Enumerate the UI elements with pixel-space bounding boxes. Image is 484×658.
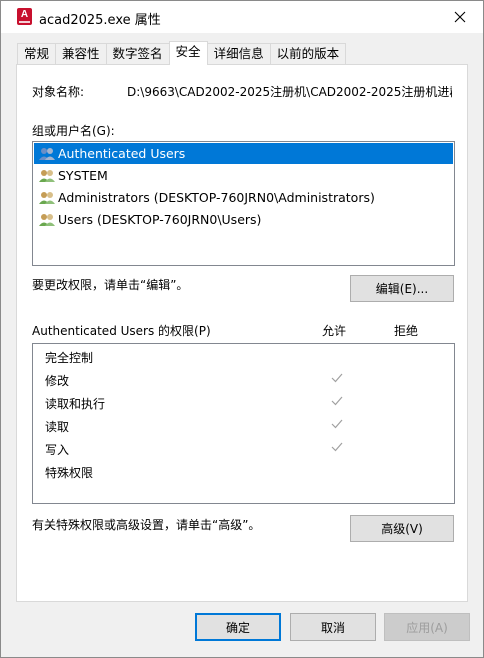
tab-security[interactable]: 安全 bbox=[168, 41, 208, 65]
permission-name: 修改 bbox=[45, 374, 70, 388]
deny-column-header: 拒绝 bbox=[394, 324, 419, 338]
allow-check-icon bbox=[331, 373, 343, 383]
tab-compatibility[interactable]: 兼容性 bbox=[55, 43, 107, 65]
cancel-button[interactable]: 取消 bbox=[290, 613, 376, 641]
properties-window: A acad2025.exe 属性 常规 兼容性 数字签名 安全 详细信息 以前… bbox=[0, 0, 484, 658]
ok-button[interactable]: 确定 bbox=[195, 613, 281, 641]
close-button[interactable] bbox=[437, 1, 483, 33]
allow-column-header: 允许 bbox=[322, 324, 347, 338]
user-item-label: SYSTEM bbox=[58, 168, 108, 183]
apply-button[interactable]: 应用(A) bbox=[384, 613, 470, 641]
permission-row-write: 写入 bbox=[33, 436, 454, 459]
user-group-icon bbox=[39, 169, 55, 182]
permissions-list[interactable]: 完全控制 修改 读取和执行 读取 写入 特殊权限 bbox=[32, 343, 455, 504]
title-bar[interactable]: A acad2025.exe 属性 bbox=[1, 1, 483, 33]
user-item-label: Users (DESKTOP-760JRN0\Users) bbox=[58, 212, 262, 227]
permission-row-read: 读取 bbox=[33, 413, 454, 436]
edit-button[interactable]: 编辑(E)... bbox=[350, 275, 454, 302]
user-item-authenticated-users[interactable]: Authenticated Users bbox=[34, 143, 453, 164]
allow-check-icon bbox=[331, 419, 343, 429]
window-title: acad2025.exe 属性 bbox=[39, 13, 161, 28]
tab-digital-signatures[interactable]: 数字签名 bbox=[105, 43, 170, 65]
permission-name: 读取和执行 bbox=[45, 397, 106, 411]
advanced-settings-text: 有关特殊权限或高级设置，请单击“高级”。 bbox=[32, 518, 261, 532]
permissions-header: Authenticated Users 的权限(P) 允许 拒绝 bbox=[32, 322, 455, 338]
user-item-label: Authenticated Users bbox=[58, 146, 186, 161]
close-icon bbox=[454, 11, 466, 23]
permission-name: 读取 bbox=[45, 420, 70, 434]
advanced-button[interactable]: 高级(V) bbox=[350, 515, 454, 542]
group-users-label: 组或用户名(G): bbox=[32, 124, 115, 138]
user-group-icon bbox=[39, 191, 55, 204]
user-group-icon bbox=[39, 213, 55, 226]
permissions-title: Authenticated Users 的权限(P) bbox=[32, 324, 211, 338]
change-permissions-text: 要更改权限，请单击“编辑”。 bbox=[32, 278, 189, 292]
permission-row-full-control: 完全控制 bbox=[33, 344, 454, 367]
user-item-label: Administrators (DESKTOP-760JRN0\Administ… bbox=[58, 190, 375, 205]
permission-row-read-execute: 读取和执行 bbox=[33, 390, 454, 413]
permission-row-special: 特殊权限 bbox=[33, 459, 454, 482]
permission-name: 写入 bbox=[45, 443, 70, 457]
allow-check-icon bbox=[331, 396, 343, 406]
user-item-system[interactable]: SYSTEM bbox=[34, 165, 453, 186]
object-name-label: 对象名称: bbox=[32, 85, 85, 99]
user-item-administrators[interactable]: Administrators (DESKTOP-760JRN0\Administ… bbox=[34, 187, 453, 208]
permission-name: 特殊权限 bbox=[45, 466, 94, 480]
tab-details[interactable]: 详细信息 bbox=[206, 43, 271, 65]
user-item-users[interactable]: Users (DESKTOP-760JRN0\Users) bbox=[34, 209, 453, 230]
users-listbox[interactable]: Authenticated Users SYSTEM Administrator… bbox=[32, 141, 455, 266]
allow-check-icon bbox=[331, 442, 343, 452]
tab-strip: 常规 兼容性 数字签名 安全 详细信息 以前的版本 bbox=[17, 41, 347, 65]
autocad-app-icon: A bbox=[17, 8, 32, 25]
security-panel: 对象名称: D:\9663\CAD2002-2025注册机\CAD2002-20… bbox=[16, 64, 468, 602]
permission-row-modify: 修改 bbox=[33, 367, 454, 390]
tab-general[interactable]: 常规 bbox=[17, 43, 57, 65]
tab-previous-versions[interactable]: 以前的版本 bbox=[269, 43, 347, 65]
object-name-value: D:\9663\CAD2002-2025注册机\CAD2002-2025注册机进… bbox=[127, 85, 452, 99]
permission-name: 完全控制 bbox=[45, 351, 94, 365]
user-group-icon bbox=[39, 147, 55, 160]
